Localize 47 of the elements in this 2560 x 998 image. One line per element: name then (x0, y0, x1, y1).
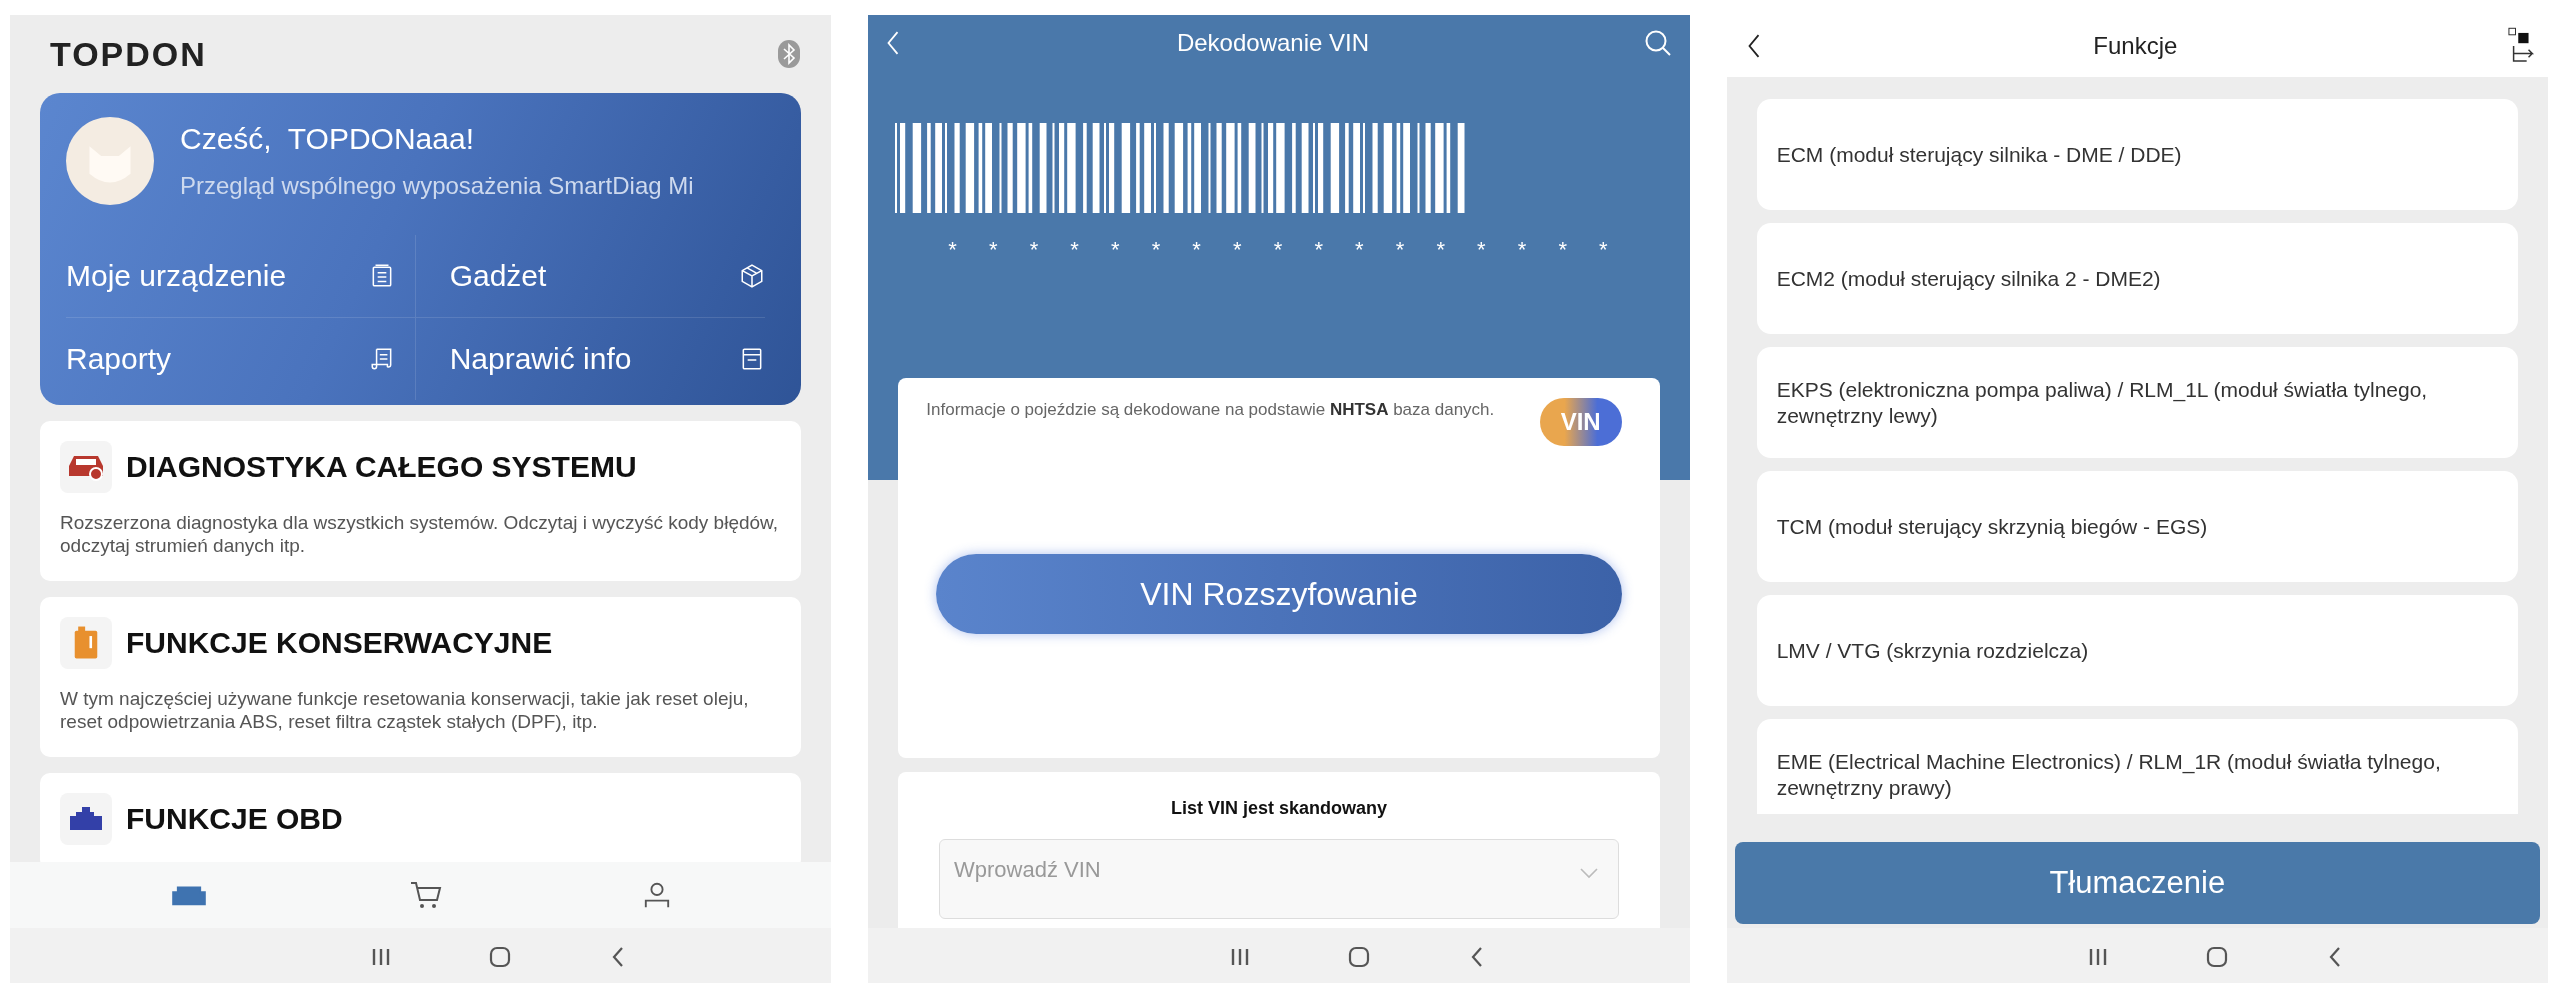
module-description: Rozszerzona diagnostyka dla wszystkich systemów. Odczytaj i wyczyść kody błędów, odczytaj strumień danych itp. (60, 511, 780, 557)
quick-link[interactable]: Gadżet (449, 259, 547, 293)
cart-tab[interactable] (408, 880, 443, 910)
home-icon[interactable] (1346, 944, 1371, 969)
quick-link[interactable]: Raporty (66, 342, 172, 376)
decode-button[interactable]: VIN Rozszyfowanie (936, 554, 1622, 634)
profile-tab[interactable] (643, 881, 672, 909)
home-icon[interactable] (2205, 944, 2229, 969)
subtitle-text: Przegląd wspólnego wyposażenia SmartDiag Mi (180, 172, 694, 200)
module-card[interactable]: FUNKCJE OBD (40, 773, 802, 862)
function-label: TCM (moduł sterujący skrzynią biegów - EGS) (1776, 513, 2208, 540)
screen-title: Funkcje (2093, 32, 2178, 60)
app-logo: TOPDON (50, 34, 207, 74)
function-label: ECM2 (moduł sterujący silnika 2 - DME2) (1776, 265, 2161, 292)
module-card[interactable]: DIAGNOSTYKA CAŁEGO SYSTEMU Rozszerzona diagnostyka dla wszystkich systemów. Odczytaj i wyczyść kody błędów, odczytaj strumień danych itp. (40, 421, 802, 581)
function-item[interactable]: ECM (moduł sterujący silnika - DME / DDE) (1756, 99, 2518, 210)
export-icon[interactable] (2508, 27, 2536, 65)
translate-button[interactable]: Tłumaczenie (1734, 842, 2540, 924)
chevron-down-icon (1579, 867, 1599, 879)
module-title: FUNKCJE OBD (126, 802, 343, 836)
avatar[interactable] (66, 117, 154, 205)
greeting-text: Cześć, TOPDONaaa! (180, 122, 475, 156)
function-label: EME (Electrical Machine Electronics) / RLM_1R (moduł światła tylnego, zewnętrzny prawy) (1776, 748, 2442, 801)
cube-icon (739, 263, 766, 289)
home-icon[interactable] (488, 944, 513, 969)
bluetooth-icon[interactable] (777, 39, 802, 69)
function-item[interactable]: TCM (moduł sterujący skrzynią biegów - EGS) (1756, 471, 2518, 582)
module-card[interactable]: FUNKCJE KONSERWACYJNE W tym najczęściej używane funkcje resetowania konserwacji, takie jak reset oleju, reset odpowietrzania ABS, reset filtra cząstek stałych (DPF), itp. (40, 597, 802, 757)
module-description: W tym najczęściej używane funkcje resetowania konserwacji, takie jak reset oleju, reset odpowietrzania ABS, reset filtra cząstek stałych (DPF), itp. (60, 687, 750, 733)
vin-mask: * * * * * * * * * * * * * * * * * (948, 237, 1608, 263)
function-item[interactable]: ECM2 (moduł sterujący silnika 2 - DME2) (1756, 223, 2518, 334)
function-item[interactable]: EME (Electrical Machine Electronics) / RLM_1R (moduł światła tylnego, zewnętrzny prawy) (1756, 719, 2518, 814)
function-label: ECM (moduł sterujący silnika - DME / DDE) (1776, 141, 2182, 168)
screen-title: Dekodowanie VIN (1176, 29, 1370, 57)
search-icon[interactable] (1643, 29, 1672, 57)
function-item[interactable]: LMV / VTG (skrzynia rozdzielcza) (1756, 595, 2518, 706)
quick-link[interactable]: Naprawić info (449, 342, 632, 376)
function-label: LMV / VTG (skrzynia rozdzielcza) (1776, 637, 2089, 664)
info-text: Informacje o pojeździe są dekodowane na podstawie NHTSA baza danych. (926, 399, 1495, 421)
module-title: FUNKCJE KONSERWACYJNE (126, 626, 553, 660)
function-item[interactable]: EKPS (elektroniczna pompa paliwa) / RLM_1L (moduł światła tylnego, zewnętrzny lewy) (1756, 347, 2518, 458)
quick-link[interactable]: Moje urządzenie (66, 259, 287, 293)
function-label: EKPS (elektroniczna pompa paliwa) / RLM_1L (moduł światła tylnego, zewnętrzny lewy) (1776, 376, 2429, 429)
list-title: List VIN jest skandowany (1170, 798, 1387, 819)
module-title: DIAGNOSTYKA CAŁEGO SYSTEMU (126, 450, 637, 484)
canister-icon (73, 625, 99, 661)
vin-input-field[interactable]: Wprowadź VIN (939, 839, 1619, 919)
